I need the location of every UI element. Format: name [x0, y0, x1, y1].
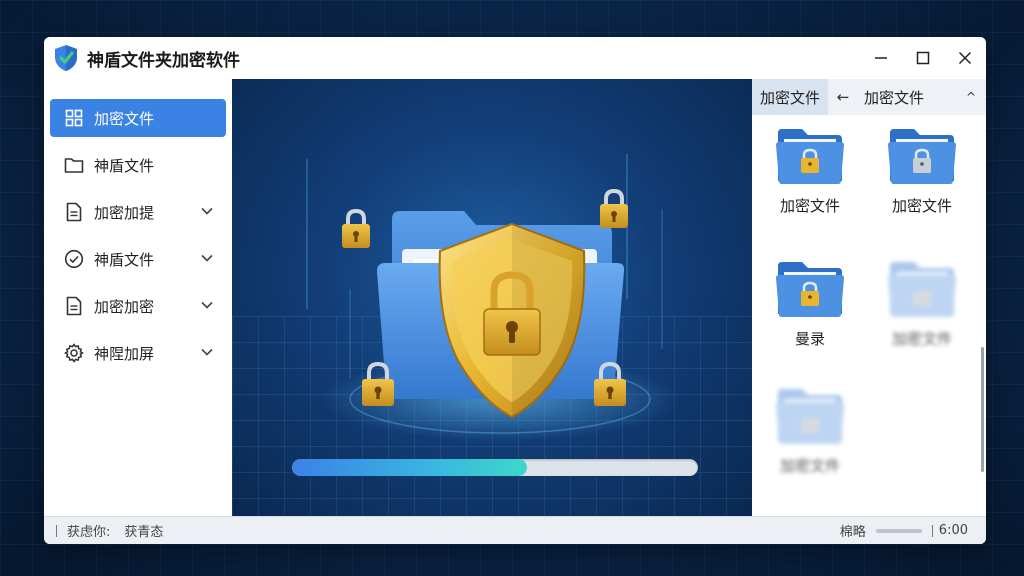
file-label: 加密文件	[891, 330, 952, 348]
app-window: 神盾文件夹加密软件 加密文件 神盾文件 加密加提 神盾文件 加密加密 神陧加屏 …	[44, 37, 986, 544]
chevron-up-icon[interactable]: ^	[956, 90, 986, 104]
file-label: 加密文件	[779, 457, 840, 475]
maximize-icon	[916, 51, 930, 65]
tab-encrypted-files-2[interactable]: 加密文件	[858, 87, 930, 108]
time-readout: 6:00	[938, 523, 968, 538]
encryption-stage	[232, 79, 752, 516]
file-label: 加密文件	[891, 197, 952, 215]
sidebar: 加密文件 神盾文件 加密加提 神盾文件 加密加密 神陧加屏	[44, 79, 232, 516]
status-divider	[56, 524, 57, 537]
file-label: 加密文件	[779, 197, 840, 215]
minimize-icon	[875, 57, 887, 59]
minimize-button[interactable]	[860, 37, 902, 79]
app-shield-icon	[55, 45, 77, 71]
padlock-icon	[342, 208, 370, 248]
locked-folder-icon	[888, 262, 956, 317]
sidebar-item-encrypt-files[interactable]: 加密文件	[50, 99, 226, 137]
close-icon	[958, 51, 972, 65]
sidebar-item-label: 加密加密	[94, 297, 155, 316]
sidebar-item-encrypt-options[interactable]: 加密加提	[50, 193, 226, 231]
encryption-illustration	[306, 154, 680, 441]
progress-fill	[292, 459, 528, 476]
document-icon	[64, 202, 84, 222]
sidebar-item-shield-files[interactable]: 神盾文件	[50, 146, 226, 184]
locked-folder-icon	[888, 129, 956, 184]
sidebar-item-label: 神陧加屏	[94, 344, 155, 363]
window-controls	[860, 37, 986, 79]
document-icon	[64, 296, 84, 316]
chevron-down-icon	[201, 207, 213, 215]
locked-folder-icon	[776, 389, 844, 444]
close-button[interactable]	[944, 37, 986, 79]
file-item[interactable]: 加密文件	[760, 125, 860, 216]
file-item[interactable]: 加密文件	[872, 125, 972, 216]
zoom-slider[interactable]	[875, 528, 922, 533]
locked-folder-icon	[776, 262, 844, 317]
chevron-down-icon	[201, 301, 213, 309]
title-bar: 神盾文件夹加密软件	[44, 37, 986, 79]
status-bar: 获虑你: 获青态 棉略 6:00	[44, 516, 986, 544]
file-label: 曼录	[794, 330, 825, 348]
folder-icon	[64, 155, 84, 175]
sidebar-item-label: 神盾文件	[94, 156, 155, 175]
check-circle-icon	[64, 249, 84, 269]
file-browser-pane: 加密文件 ← 加密文件 ^ 加密文件 加密文件 曼录 加密文件 加密文件	[752, 79, 986, 516]
locked-folder-icon	[776, 129, 844, 184]
sidebar-item-label: 加密文件	[94, 109, 155, 128]
sidebar-item-encrypt-settings[interactable]: 加密加密	[50, 287, 226, 325]
file-item[interactable]: 加密文件	[872, 258, 972, 349]
file-grid: 加密文件 加密文件 曼录 加密文件 加密文件	[752, 115, 986, 516]
tab-encrypted-files[interactable]: 加密文件	[752, 79, 829, 115]
status-value: 获青态	[124, 525, 164, 540]
sidebar-item-label: 加密加提	[94, 203, 155, 222]
gear-icon	[64, 343, 84, 363]
chevron-down-icon	[201, 254, 213, 262]
file-browser-header: 加密文件 ← 加密文件 ^	[752, 79, 986, 115]
maximize-button[interactable]	[902, 37, 944, 79]
sidebar-item-label: 神盾文件	[94, 250, 155, 269]
status-left: 获虑你: 获青态	[56, 521, 163, 540]
app-title: 神盾文件夹加密软件	[87, 50, 240, 71]
encryption-progress-bar	[292, 459, 698, 476]
chevron-down-icon	[201, 348, 213, 356]
zoom-label: 棉略	[839, 525, 866, 540]
file-item[interactable]: 加密文件	[760, 385, 860, 476]
scrollbar-thumb[interactable]	[981, 347, 984, 472]
back-arrow-icon[interactable]: ←	[828, 88, 858, 106]
file-item[interactable]: 曼录	[760, 258, 860, 349]
status-right: 棉略 6:00	[840, 521, 968, 540]
grid-icon	[64, 108, 84, 128]
sidebar-item-settings[interactable]: 神陧加屏	[50, 334, 226, 372]
sidebar-item-shield-verify[interactable]: 神盾文件	[50, 240, 226, 278]
padlock-icon	[600, 188, 628, 228]
status-divider	[931, 524, 933, 537]
status-label: 获虑你:	[67, 525, 111, 540]
